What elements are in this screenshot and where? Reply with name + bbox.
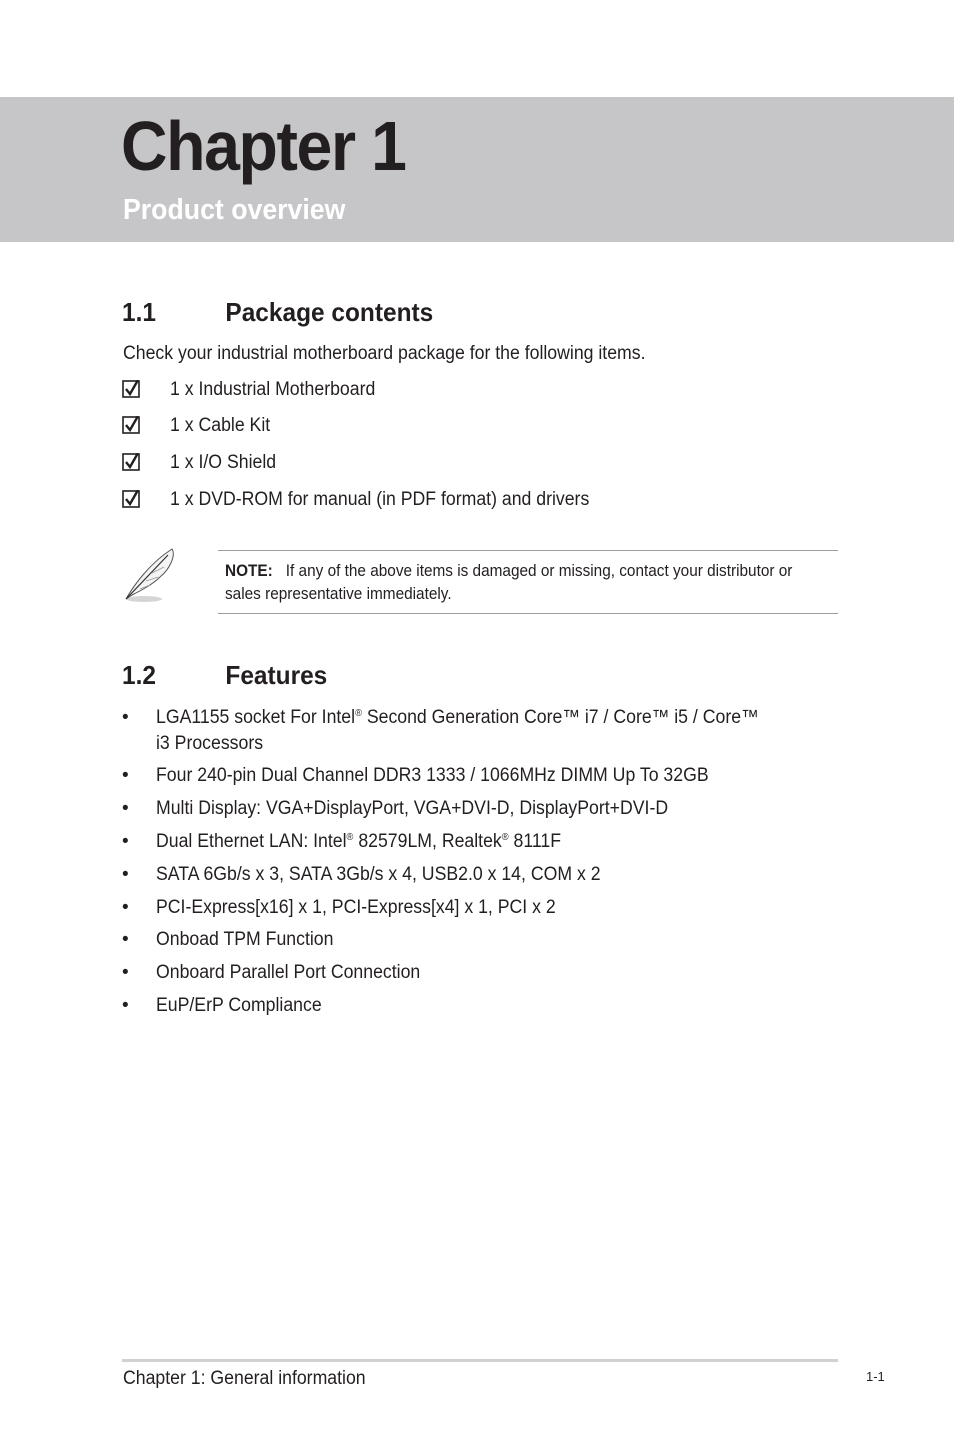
feature-text-continuation: i3 Processors (156, 733, 264, 754)
note-body: If any of the above items is damaged or … (225, 562, 793, 603)
checkbox-checked-icon (122, 380, 140, 398)
chapter-subtitle: Product overview (123, 194, 346, 226)
checkbox-checked-icon (122, 416, 140, 434)
package-item-label: 1 x DVD-ROM for manual (in PDF format) a… (170, 489, 590, 510)
feature-text: Multi Display: VGA+DisplayPort, VGA+DVI-… (156, 796, 807, 822)
checkbox-checked-icon (122, 453, 140, 471)
package-item-label: 1 x Cable Kit (170, 415, 271, 436)
footer-rule (122, 1359, 838, 1362)
bullet: • (122, 897, 129, 918)
feature-text-part: Second Generation Core™ i7 / Core™ i5 / … (361, 707, 759, 728)
feature-text-part: Four 240-pin Dual Channel DDR3 1333 / 10… (156, 765, 709, 786)
checkbox-checked-icon (122, 490, 140, 508)
feature-text-part: Onboad TPM Function (156, 929, 334, 950)
chapter-title: Chapter 1 (121, 107, 407, 185)
bullet: • (122, 995, 129, 1016)
section-title: Package contents (225, 297, 434, 327)
bullet: • (122, 831, 129, 852)
feature-text: PCI-Express[x16] x 1, PCI-Express[x4] x … (156, 895, 807, 921)
feature-text: Four 240-pin Dual Channel DDR3 1333 / 10… (156, 763, 807, 789)
package-item-label: 1 x I/O Shield (170, 452, 277, 473)
package-intro: Check your industrial motherboard packag… (123, 343, 646, 364)
feature-text: SATA 6Gb/s x 3, SATA 3Gb/s x 4, USB2.0 x… (156, 862, 807, 888)
feather-pen-icon (125, 548, 174, 602)
section-heading-package-contents: 1.1 Package contents (122, 296, 433, 328)
section-heading-features: 1.2 Features (122, 659, 327, 691)
bullet: • (122, 962, 129, 983)
feature-text: Onboard Parallel Port Connection (156, 960, 807, 986)
bullet: • (122, 929, 129, 950)
note-top-rule (218, 550, 838, 551)
feature-text-part: Multi Display: VGA+DisplayPort, VGA+DVI-… (156, 798, 669, 819)
bullet: • (122, 765, 129, 786)
bullet: • (122, 707, 129, 728)
bullet: • (122, 864, 129, 885)
feature-text: LGA1155 socket For Intel® Second Generat… (156, 705, 807, 757)
feature-text: Onboad TPM Function (156, 927, 807, 953)
feature-text-part: PCI-Express[x16] x 1, PCI-Express[x4] x … (156, 897, 556, 918)
note-label: NOTE: (225, 562, 273, 580)
feature-text-part: 82579LM, Realtek (353, 831, 502, 852)
feature-text-part: EuP/ErP Compliance (156, 995, 322, 1016)
feature-text-part: SATA 6Gb/s x 3, SATA 3Gb/s x 4, USB2.0 x… (156, 864, 601, 885)
bullet: • (122, 798, 129, 819)
package-item-label: 1 x Industrial Motherboard (170, 379, 376, 400)
note-bottom-rule (218, 613, 838, 614)
feature-text-part: LGA1155 socket For Intel (156, 707, 356, 728)
feature-text-part: 8111F (508, 831, 562, 852)
section-title: Features (225, 660, 328, 690)
note-text: NOTE: If any of the above items is damage… (225, 560, 802, 606)
feature-text-part: Dual Ethernet LAN: Intel (156, 831, 347, 852)
feature-text: Dual Ethernet LAN: Intel® 82579LM, Realt… (156, 829, 807, 855)
page-number: 1-1 (866, 1369, 885, 1384)
section-number: 1.2 (122, 660, 156, 690)
feature-text-part: Onboard Parallel Port Connection (156, 962, 421, 983)
footer-chapter-label: Chapter 1: General information (123, 1368, 366, 1389)
section-number: 1.1 (122, 297, 156, 327)
feature-text: EuP/ErP Compliance (156, 993, 807, 1019)
